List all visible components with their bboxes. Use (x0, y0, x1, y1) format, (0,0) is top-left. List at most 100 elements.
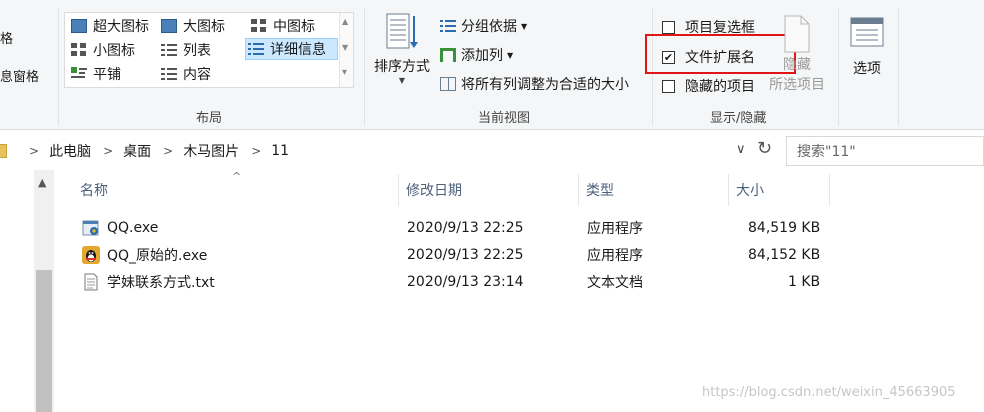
exe-icon (82, 220, 99, 235)
layout-list[interactable]: 列表 (159, 39, 211, 61)
layout-item-label: 大图标 (183, 19, 225, 35)
chevron-right-icon[interactable]: > (251, 144, 261, 158)
sort-by-button[interactable]: 排序方式 ▼ (370, 12, 434, 85)
ribbon-left-stub-2[interactable]: 息窗格 (0, 66, 39, 85)
file-date: 2020/9/13 22:25 (407, 246, 524, 263)
options-icon (850, 17, 884, 47)
group-by-icon (440, 19, 456, 33)
hide-selected-items-button[interactable]: 隐藏 所选项目 (766, 14, 828, 94)
ribbon-divider (364, 8, 365, 126)
file-size: 84,519 KB (748, 219, 821, 236)
sort-by-label: 排序方式 (374, 59, 430, 75)
layout-large-icons[interactable]: 大图标 (159, 15, 225, 37)
add-columns-button[interactable]: 添加列 ▼ (440, 45, 513, 65)
vertical-scrollbar[interactable]: ▲ (34, 170, 54, 412)
layout-item-label: 中图标 (273, 19, 315, 35)
chevron-down-icon: ▼ (398, 76, 406, 85)
layout-details[interactable]: 详细信息 (245, 38, 338, 60)
add-columns-icon (440, 48, 456, 62)
layout-small-icons[interactable]: 小图标 (69, 39, 135, 61)
file-name: QQ_原始的.exe (107, 247, 208, 264)
file-date: 2020/9/13 22:25 (407, 219, 524, 236)
list-icon (161, 43, 177, 57)
scroll-up-icon[interactable]: ▲ (38, 176, 46, 189)
small-icons-icon (71, 43, 87, 57)
gallery-scroll-up-icon[interactable]: ▲ (342, 17, 348, 26)
folder-icon (0, 144, 7, 158)
chevron-right-icon[interactable]: > (163, 144, 173, 158)
tiles-icon (71, 67, 87, 81)
layout-medium-icons[interactable]: 中图标 (249, 15, 315, 37)
breadcrumb-item[interactable]: 桌面 (123, 141, 151, 161)
extra-large-icons-icon (71, 19, 87, 33)
group-by-label: 分组依据 (461, 19, 517, 35)
chevron-right-icon[interactable]: > (29, 144, 39, 158)
layout-item-label: 详细信息 (270, 42, 326, 58)
hide-selected-icon (784, 15, 810, 53)
layout-item-label: 小图标 (93, 43, 135, 59)
gallery-expand-icon[interactable]: ▾ (342, 67, 347, 78)
breadcrumb-item[interactable]: 此电脑 (49, 141, 91, 161)
column-divider[interactable] (578, 174, 579, 206)
column-header-date[interactable]: 修改日期 (406, 172, 462, 208)
checkbox[interactable] (662, 20, 675, 34)
checkbox[interactable] (662, 79, 675, 93)
file-size: 1 KB (788, 273, 821, 290)
size-columns-icon (440, 77, 456, 91)
file-size: 84,152 KB (748, 246, 821, 263)
file-date: 2020/9/13 23:14 (407, 273, 524, 290)
gallery-scrollbar[interactable]: ▲ ▼ ▾ (339, 13, 353, 87)
add-columns-label: 添加列 (461, 48, 503, 64)
hidden-items-toggle[interactable]: 隐藏的项目 (662, 76, 755, 96)
ribbon-divider (898, 8, 899, 126)
column-header-name[interactable]: 名称 (80, 172, 108, 208)
breadcrumb-item[interactable]: 11 (271, 143, 289, 159)
watermark: https://blog.csdn.net/weixin_45663905 (702, 385, 956, 400)
layout-item-label: 超大图标 (93, 19, 149, 35)
details-icon (248, 42, 264, 56)
options-button[interactable]: 选项 (846, 16, 888, 78)
gallery-scroll-down-icon[interactable]: ▼ (342, 43, 348, 52)
chevron-right-icon[interactable]: > (103, 144, 113, 158)
hidden-items-label: 隐藏的项目 (685, 79, 755, 95)
file-name: 学妹联系方式.txt (107, 274, 215, 291)
breadcrumb-item[interactable]: 木马图片 (183, 141, 239, 161)
scrollbar-thumb[interactable] (36, 270, 52, 412)
layout-gallery: 超大图标 大图标 中图标 小图标 列表 详细信息 平铺 内容 ▲ ▼ ▾ (64, 12, 354, 88)
ribbon: 格 息窗格 超大图标 大图标 中图标 小图标 列表 详细信息 平铺 内容 ▲ ▼… (0, 0, 984, 130)
file-row[interactable]: QQ_原始的.exe 2020/9/13 22:25 应用程序 84,152 K… (80, 241, 840, 268)
column-divider[interactable] (829, 174, 830, 206)
layout-item-label: 内容 (183, 67, 211, 83)
ribbon-divider (838, 8, 839, 126)
layout-tiles[interactable]: 平铺 (69, 63, 121, 85)
address-history-dropdown-icon[interactable]: ∨ (736, 142, 746, 157)
show-hide-group-label: 显示/隐藏 (710, 111, 767, 126)
layout-extra-large-icons[interactable]: 超大图标 (69, 15, 149, 37)
column-header-type[interactable]: 类型 (586, 172, 614, 208)
large-icons-icon (161, 19, 177, 33)
hide-selected-label-1: 隐藏 (783, 57, 811, 73)
column-header-size[interactable]: 大小 (736, 172, 764, 208)
group-by-button[interactable]: 分组依据 ▼ (440, 16, 527, 36)
file-type: 应用程序 (587, 247, 643, 264)
ribbon-left-stub-1[interactable]: 格 (0, 28, 13, 47)
chevron-down-icon: ▼ (507, 50, 514, 60)
text-file-icon (84, 273, 98, 290)
options-label: 选项 (853, 61, 881, 77)
breadcrumb[interactable]: > 此电脑 > 桌面 > 木马图片 > 11 (0, 136, 752, 166)
layout-content[interactable]: 内容 (159, 63, 211, 85)
address-bar: > 此电脑 > 桌面 > 木马图片 > 11 ∨ ↻ 搜索"11" (0, 136, 984, 166)
qq-penguin-icon (82, 245, 100, 264)
file-row[interactable]: 学妹联系方式.txt 2020/9/13 23:14 文本文档 1 KB (80, 268, 840, 295)
column-divider[interactable] (398, 174, 399, 206)
size-all-columns-button[interactable]: 将所有列调整为合适的大小 (440, 74, 629, 94)
refresh-icon[interactable]: ↻ (757, 138, 772, 159)
file-type: 应用程序 (587, 220, 643, 237)
search-input[interactable]: 搜索"11" (786, 136, 984, 166)
file-type: 文本文档 (587, 274, 643, 291)
sort-ascending-icon: ^ (232, 170, 242, 183)
file-row[interactable]: QQ.exe 2020/9/13 22:25 应用程序 84,519 KB (80, 214, 840, 241)
column-divider[interactable] (728, 174, 729, 206)
ribbon-divider (58, 8, 59, 126)
layout-item-label: 平铺 (93, 67, 121, 83)
